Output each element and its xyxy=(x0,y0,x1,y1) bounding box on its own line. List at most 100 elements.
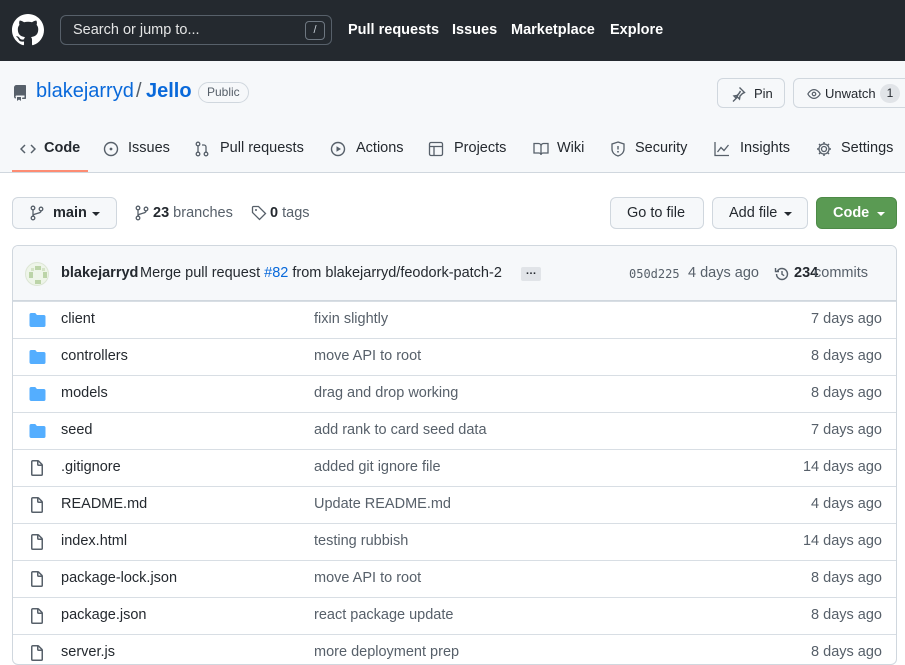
tab-settings[interactable]: Settings xyxy=(816,139,902,173)
issue-icon xyxy=(103,141,119,157)
folder-icon xyxy=(29,349,46,368)
commit-message-suffix: from blakejarryd/feodork-patch-2 xyxy=(292,265,502,281)
tab-insights[interactable]: Insights xyxy=(713,139,793,173)
commit-message-prefix: Merge pull request xyxy=(140,265,261,281)
gear-icon xyxy=(817,142,831,156)
table-row[interactable]: models drag and drop working 8 days ago xyxy=(13,375,896,412)
file-commit-message-link[interactable]: move API to root xyxy=(314,348,421,364)
repo-name-link[interactable]: Jello xyxy=(146,80,192,103)
branch-selector[interactable]: main xyxy=(12,197,117,229)
search-shortcut-key: / xyxy=(305,21,325,40)
avatar[interactable] xyxy=(25,262,49,286)
file-name-link[interactable]: client xyxy=(61,311,95,327)
file-commit-message-link[interactable]: more deployment prep xyxy=(314,644,459,660)
tag-icon xyxy=(251,205,267,221)
branch-icon xyxy=(30,205,44,221)
tab-security[interactable]: Security xyxy=(610,139,690,173)
code-download-button[interactable]: Code xyxy=(816,197,897,229)
tab-label: Settings xyxy=(841,140,894,156)
tags-count: 0 xyxy=(270,205,279,221)
go-to-file-label: Go to file xyxy=(627,205,686,221)
code-button-label: Code xyxy=(833,205,870,221)
table-row[interactable]: package.json react package update 8 days a… xyxy=(13,597,896,634)
add-file-button[interactable]: Add file xyxy=(712,197,808,229)
file-name-link[interactable]: models xyxy=(61,385,108,401)
file-icon xyxy=(29,608,45,627)
folder-icon xyxy=(29,386,46,405)
chevron-down-icon xyxy=(92,212,100,216)
file-name-link[interactable]: package-lock.json xyxy=(61,570,177,586)
identicon-icon xyxy=(29,266,47,284)
tab-pull-requests[interactable]: Pull requests xyxy=(194,139,306,173)
tab-code[interactable]: Code xyxy=(20,139,82,173)
file-name-link[interactable]: package.json xyxy=(61,607,146,623)
chevron-down-icon xyxy=(877,212,885,216)
tab-label: Code xyxy=(44,140,81,156)
repo-owner-link[interactable]: blakejarryd xyxy=(36,80,134,103)
table-row[interactable]: .gitignore added git ignore file 14 days a… xyxy=(13,449,896,486)
file-commit-age: 8 days ago xyxy=(811,570,882,586)
commits-label: commits xyxy=(814,265,868,281)
table-row[interactable]: seed add rank to card seed data 7 days ago xyxy=(13,412,896,449)
tab-projects[interactable]: Projects xyxy=(428,139,510,173)
file-name-link[interactable]: index.html xyxy=(61,533,127,549)
file-commit-message-link[interactable]: testing rubbish xyxy=(314,533,408,549)
pin-icon xyxy=(732,87,746,102)
expand-commit-button[interactable]: … xyxy=(521,266,541,281)
table-row[interactable]: package-lock.json move API to root 8 days … xyxy=(13,560,896,597)
unwatch-button[interactable]: Unwatch 1 xyxy=(793,78,905,108)
go-to-file-button[interactable]: Go to file xyxy=(610,197,704,229)
github-logo-icon[interactable] xyxy=(12,14,44,46)
tab-label: Security xyxy=(635,140,688,156)
file-name-link[interactable]: server.js xyxy=(61,644,115,660)
pull-request-icon xyxy=(195,141,209,157)
file-icon xyxy=(29,460,45,479)
tab-label: Issues xyxy=(128,140,170,156)
repo-icon xyxy=(13,85,26,101)
pull-request-link[interactable]: #82 xyxy=(264,265,288,281)
tab-label: Projects xyxy=(454,140,507,156)
table-row[interactable]: README.md Update README.md 4 days ago xyxy=(13,486,896,523)
pin-button[interactable]: Pin xyxy=(717,78,785,108)
file-commit-message-link[interactable]: Update README.md xyxy=(314,496,451,512)
table-row[interactable]: index.html testing rubbish 14 days ago xyxy=(13,523,896,560)
unwatch-label: Unwatch xyxy=(825,86,876,101)
file-commit-age: 8 days ago xyxy=(811,644,882,660)
file-name-link[interactable]: seed xyxy=(61,422,92,438)
file-commit-message-link[interactable]: drag and drop working xyxy=(314,385,458,401)
graph-icon xyxy=(714,142,730,157)
nav-issues[interactable]: Issues xyxy=(452,22,497,38)
file-name-link[interactable]: README.md xyxy=(61,496,147,512)
tab-actions[interactable]: Actions xyxy=(330,139,406,173)
tags-label: tags xyxy=(282,205,310,221)
file-commit-age: 14 days ago xyxy=(802,533,882,549)
nav-pull-requests[interactable]: Pull requests xyxy=(348,22,439,38)
tab-label: Wiki xyxy=(557,140,585,156)
nav-marketplace[interactable]: Marketplace xyxy=(511,22,595,38)
branches-count: 23 xyxy=(153,205,170,221)
table-row[interactable]: controllers move API to root 8 days ago xyxy=(13,338,896,375)
file-commit-message-link[interactable]: added git ignore file xyxy=(314,459,441,475)
commit-author-link[interactable]: blakejarryd xyxy=(61,265,138,281)
watchers-count: 1 xyxy=(880,84,900,103)
file-commit-message-link[interactable]: move API to root xyxy=(314,570,421,586)
file-commit-message-link[interactable]: react package update xyxy=(314,607,453,623)
file-list: blakejarryd Merge pull request #82 from … xyxy=(12,245,897,665)
table-row[interactable]: client fixin slightly 7 days ago xyxy=(13,301,896,338)
file-icon xyxy=(29,645,45,664)
repo-path-separator: / xyxy=(136,80,142,102)
file-commit-age: 14 days ago xyxy=(802,459,882,475)
file-commit-message-link[interactable]: add rank to card seed data xyxy=(314,422,487,438)
commit-message[interactable]: Merge pull request #82 from blakejarryd/… xyxy=(140,265,502,281)
eye-icon xyxy=(807,89,821,99)
pin-label: Pin xyxy=(754,86,773,101)
file-name-link[interactable]: controllers xyxy=(61,348,128,364)
file-name-link[interactable]: .gitignore xyxy=(61,459,121,475)
tab-wiki[interactable]: Wiki xyxy=(533,139,589,173)
code-icon xyxy=(20,144,36,154)
file-commit-message-link[interactable]: fixin slightly xyxy=(314,311,388,327)
search-input[interactable]: Search or jump to... / xyxy=(60,15,332,45)
tab-issues[interactable]: Issues xyxy=(103,139,173,173)
nav-explore[interactable]: Explore xyxy=(610,22,663,38)
commit-sha-link[interactable]: 050d225 xyxy=(629,267,680,281)
